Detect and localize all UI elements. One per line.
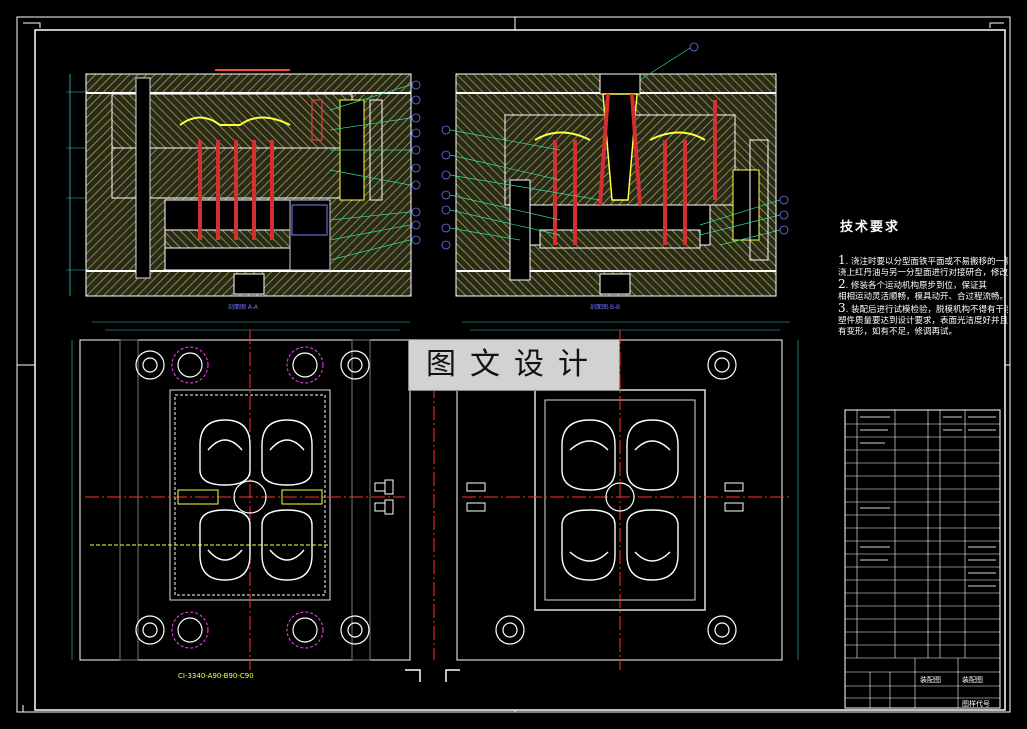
title-block-drawing: 装配图 xyxy=(962,676,983,684)
mold-designation: CI-3340-A90-B90-C90 xyxy=(178,672,254,680)
section-view-right xyxy=(441,42,789,297)
title-block-assembly: 装配图 xyxy=(920,676,941,684)
note-3-line-3: 有变形，如有不足，修调再试。 xyxy=(838,327,958,337)
technical-requirements-notes: 1. 浇注时要以分型面铁平面或不易搬移的一侧作为基准。 浇上红丹油与另一分型面进… xyxy=(838,255,1008,338)
plan-view-left xyxy=(71,321,411,670)
technical-requirements-title: 技术要求 xyxy=(840,220,901,235)
note-2-line-1: 2. 修装各个运动机构原步到位，保证其 xyxy=(838,279,988,291)
section-view-left xyxy=(66,69,421,297)
note-1-line-2: 浇上红丹油与另一分型面进行对接研合，修改分型面贴合情况。 xyxy=(838,268,1008,278)
note-3-line-2: 塑件质量要达到设计要求，表面光洁度好并且不能 xyxy=(838,316,1008,326)
watermark: 图文设计 xyxy=(408,339,620,391)
bill-of-materials-table xyxy=(844,409,1001,709)
title-block-part-code: 图样代号 xyxy=(962,700,990,708)
section-label-left: 剖面图 A-A xyxy=(228,304,259,311)
section-label-right: 剖面图 B-B xyxy=(590,304,621,311)
note-1-line-1: 1. 浇注时要以分型面铁平面或不易搬移的一侧作为基准。 xyxy=(838,255,1008,267)
note-2-line-2: 相相运动灵活顺畅，模具动开、合过程流畅。 xyxy=(838,292,1008,302)
note-3-line-1: 3. 装配后进行试模检验，脱模机构不得有干涉现象， xyxy=(838,303,1008,315)
